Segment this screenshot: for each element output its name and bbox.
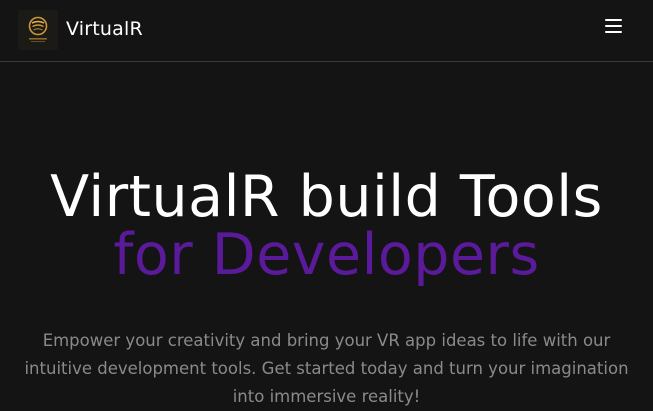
hero-description: Empower your creativity and bring your V… [24,331,629,406]
brand-name[interactable]: VirtualR [66,17,143,41]
menu-line [605,25,622,27]
logo-emblem-icon [28,16,48,42]
menu-line [605,31,622,33]
menu-line [605,19,622,21]
hero-title-accent: for Developers [113,222,540,288]
hero-title: VirtualR build Tools [50,164,603,230]
brand-logo[interactable] [18,10,58,50]
top-navbar: VirtualR [0,0,653,62]
hamburger-menu-icon[interactable] [600,16,628,38]
